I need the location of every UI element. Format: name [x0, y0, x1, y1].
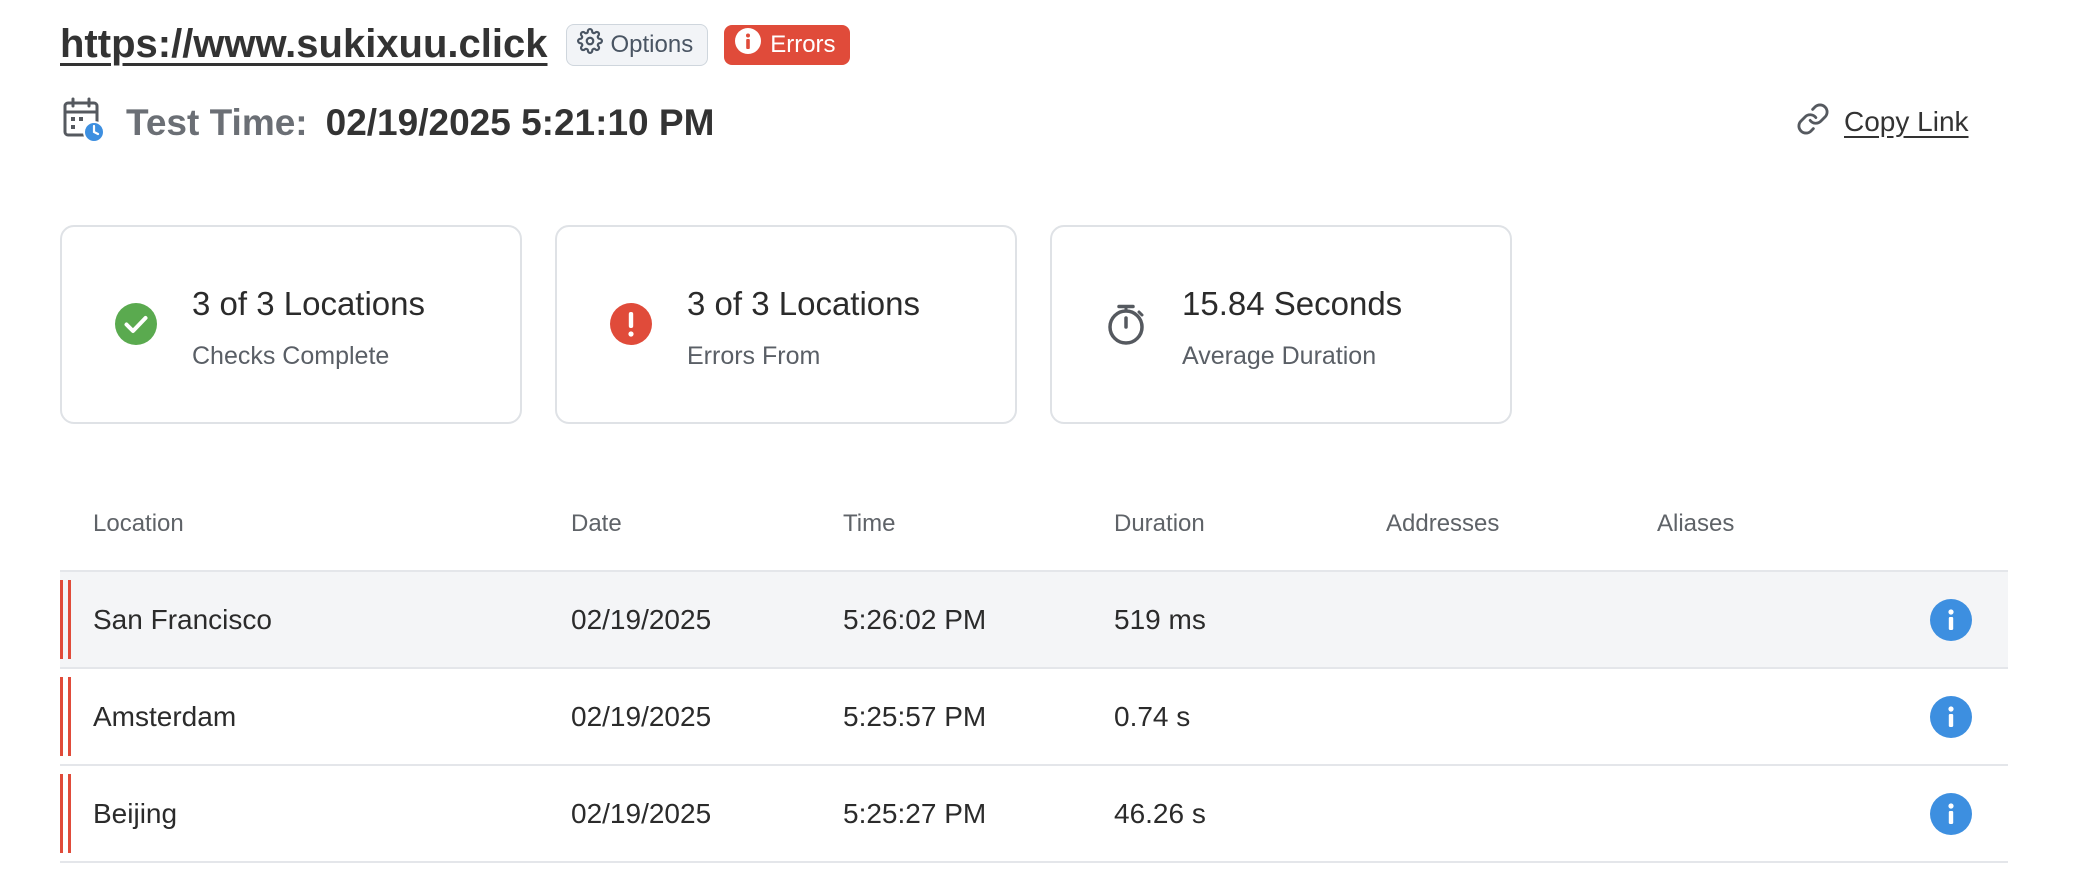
cell-duration: 519 ms: [1114, 604, 1206, 635]
test-time-label: Test Time:: [126, 101, 308, 143]
cell-time: 5:25:57 PM: [843, 701, 987, 732]
error-indicator: [60, 580, 71, 659]
table-row[interactable]: Beijing 02/19/2025 5:25:27 PM 46.26 s: [60, 766, 2008, 863]
cell-date: 02/19/2025: [571, 798, 712, 829]
info-icon: [734, 27, 762, 62]
column-header-location: Location: [93, 510, 184, 537]
row-info-button[interactable]: [1930, 793, 1972, 835]
tested-url-link[interactable]: https://www.sukixuu.click: [60, 22, 548, 67]
column-header-addresses: Addresses: [1386, 510, 1500, 537]
table-row[interactable]: San Francisco 02/19/2025 5:26:02 PM 519 …: [60, 572, 2008, 669]
cell-date: 02/19/2025: [571, 701, 712, 732]
info-icon: [1948, 609, 1954, 630]
card-title: 3 of 3 Locations: [192, 285, 425, 322]
check-circle-icon: [114, 302, 158, 346]
cell-time: 5:26:02 PM: [843, 604, 987, 635]
card-subtitle: Average Duration: [1182, 342, 1377, 370]
errors-from-card: 3 of 3 Locations Errors From: [555, 225, 1017, 424]
calendar-clock-icon: [62, 96, 106, 149]
average-duration-card: 15.84 Seconds Average Duration: [1050, 225, 1512, 424]
options-button[interactable]: Options: [565, 23, 709, 66]
row-info-button[interactable]: [1930, 696, 1972, 738]
stopwatch-icon: [1104, 302, 1148, 346]
table-header: Location Date Time Duration Addresses Al…: [60, 490, 2008, 572]
test-time: Test Time: 02/19/2025 5:21:10 PM: [62, 96, 714, 149]
errors-button[interactable]: Errors: [724, 24, 850, 65]
copy-link[interactable]: Copy Link: [1796, 102, 1969, 141]
gear-icon: [576, 28, 603, 61]
info-icon: [1948, 706, 1954, 727]
info-icon: [1948, 803, 1954, 824]
card-title: 3 of 3 Locations: [687, 285, 920, 322]
test-time-value: 02/19/2025 5:21:10 PM: [325, 101, 715, 143]
card-subtitle: Checks Complete: [192, 342, 390, 370]
table-row[interactable]: Amsterdam 02/19/2025 5:25:57 PM 0.74 s: [60, 669, 2008, 766]
page-header: https://www.sukixuu.click Options Errors: [60, 22, 850, 67]
column-header-date: Date: [571, 510, 622, 537]
cell-location: Beijing: [93, 798, 178, 829]
row-info-button[interactable]: [1930, 599, 1972, 641]
error-indicator: [60, 677, 71, 756]
cell-time: 5:25:27 PM: [843, 798, 987, 829]
column-header-aliases: Aliases: [1657, 510, 1735, 537]
cell-duration: 0.74 s: [1114, 701, 1191, 732]
cell-duration: 46.26 s: [1114, 798, 1206, 829]
error-indicator: [60, 774, 71, 853]
cell-date: 02/19/2025: [571, 604, 712, 635]
error-circle-icon: [609, 302, 653, 346]
cell-location: San Francisco: [93, 604, 272, 635]
card-subtitle: Errors From: [687, 342, 821, 370]
column-header-time: Time: [843, 510, 896, 537]
cell-location: Amsterdam: [93, 701, 237, 732]
card-title: 15.84 Seconds: [1182, 285, 1403, 322]
results-table: Location Date Time Duration Addresses Al…: [60, 490, 2008, 863]
checks-complete-card: 3 of 3 Locations Checks Complete: [60, 225, 522, 424]
column-header-duration: Duration: [1114, 510, 1205, 537]
link-icon: [1796, 102, 1830, 141]
errors-button-label: Errors: [770, 30, 836, 58]
copy-link-label: Copy Link: [1844, 105, 1969, 137]
options-button-label: Options: [610, 30, 694, 58]
